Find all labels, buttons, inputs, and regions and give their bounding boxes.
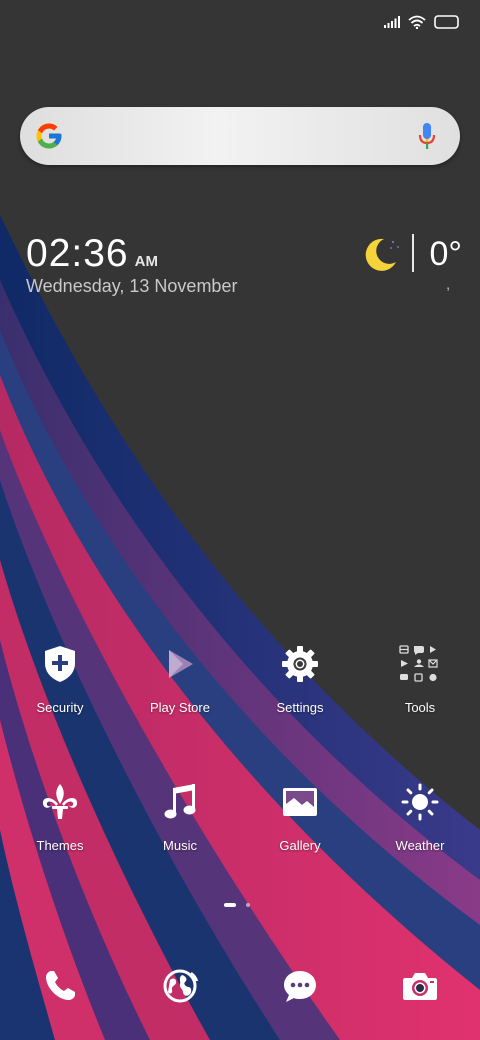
play-store-icon xyxy=(156,640,204,688)
gear-icon xyxy=(276,640,324,688)
wifi-icon xyxy=(408,15,426,29)
browser-globe-icon xyxy=(163,969,199,1003)
weather-location: , xyxy=(446,276,450,292)
themes-fleur-icon xyxy=(36,778,84,826)
google-logo-icon xyxy=(36,123,62,149)
page-indicator[interactable] xyxy=(224,903,250,907)
dock-phone[interactable] xyxy=(0,962,120,1010)
weather-widget[interactable]: 0° , xyxy=(362,232,462,302)
status-bar xyxy=(384,12,460,32)
microphone-icon[interactable] xyxy=(418,122,436,150)
moon-icon xyxy=(365,238,399,271)
app-label: Themes xyxy=(36,838,84,853)
clock-time: 02:36 xyxy=(26,232,129,275)
security-shield-icon xyxy=(36,640,84,688)
music-note-icon xyxy=(156,778,204,826)
sun-icon xyxy=(396,778,444,826)
page-indicator-dot xyxy=(246,903,250,907)
app-themes[interactable]: Themes xyxy=(0,778,120,853)
app-settings[interactable]: Settings xyxy=(240,640,360,715)
weather-temperature: 0° xyxy=(429,235,462,273)
weather-divider xyxy=(412,234,414,272)
clock-widget[interactable]: 02:36 AM Wednesday, 13 November xyxy=(26,232,237,297)
app-label: Music xyxy=(163,838,197,853)
dock-messages[interactable] xyxy=(240,962,360,1010)
phone-icon xyxy=(46,971,75,1000)
app-security[interactable]: Security xyxy=(0,640,120,715)
app-music[interactable]: Music xyxy=(120,778,240,853)
dock-camera[interactable] xyxy=(360,962,480,1010)
search-bar[interactable] xyxy=(20,107,460,165)
app-label: Play Store xyxy=(150,700,210,715)
app-tools-folder[interactable]: Tools xyxy=(360,640,480,715)
clock-date: Wednesday, 13 November xyxy=(26,276,238,296)
camera-icon xyxy=(403,973,437,1000)
app-label: Tools xyxy=(404,700,436,715)
app-weather[interactable]: Weather xyxy=(360,778,480,853)
app-label: Settings xyxy=(276,700,324,715)
app-label: Security xyxy=(36,700,84,715)
app-label: Gallery xyxy=(279,838,321,853)
app-gallery[interactable]: Gallery xyxy=(240,778,360,853)
tools-folder-icon xyxy=(396,640,444,688)
clock-ampm: AM xyxy=(134,253,158,270)
app-label: Weather xyxy=(395,838,445,853)
app-play-store[interactable]: Play Store xyxy=(120,640,240,715)
signal-icon xyxy=(384,16,400,28)
page-indicator-active xyxy=(224,903,236,907)
gallery-image-icon xyxy=(276,778,324,826)
messages-icon xyxy=(284,971,316,1002)
dock-browser[interactable] xyxy=(120,962,240,1010)
battery-icon xyxy=(434,15,459,29)
